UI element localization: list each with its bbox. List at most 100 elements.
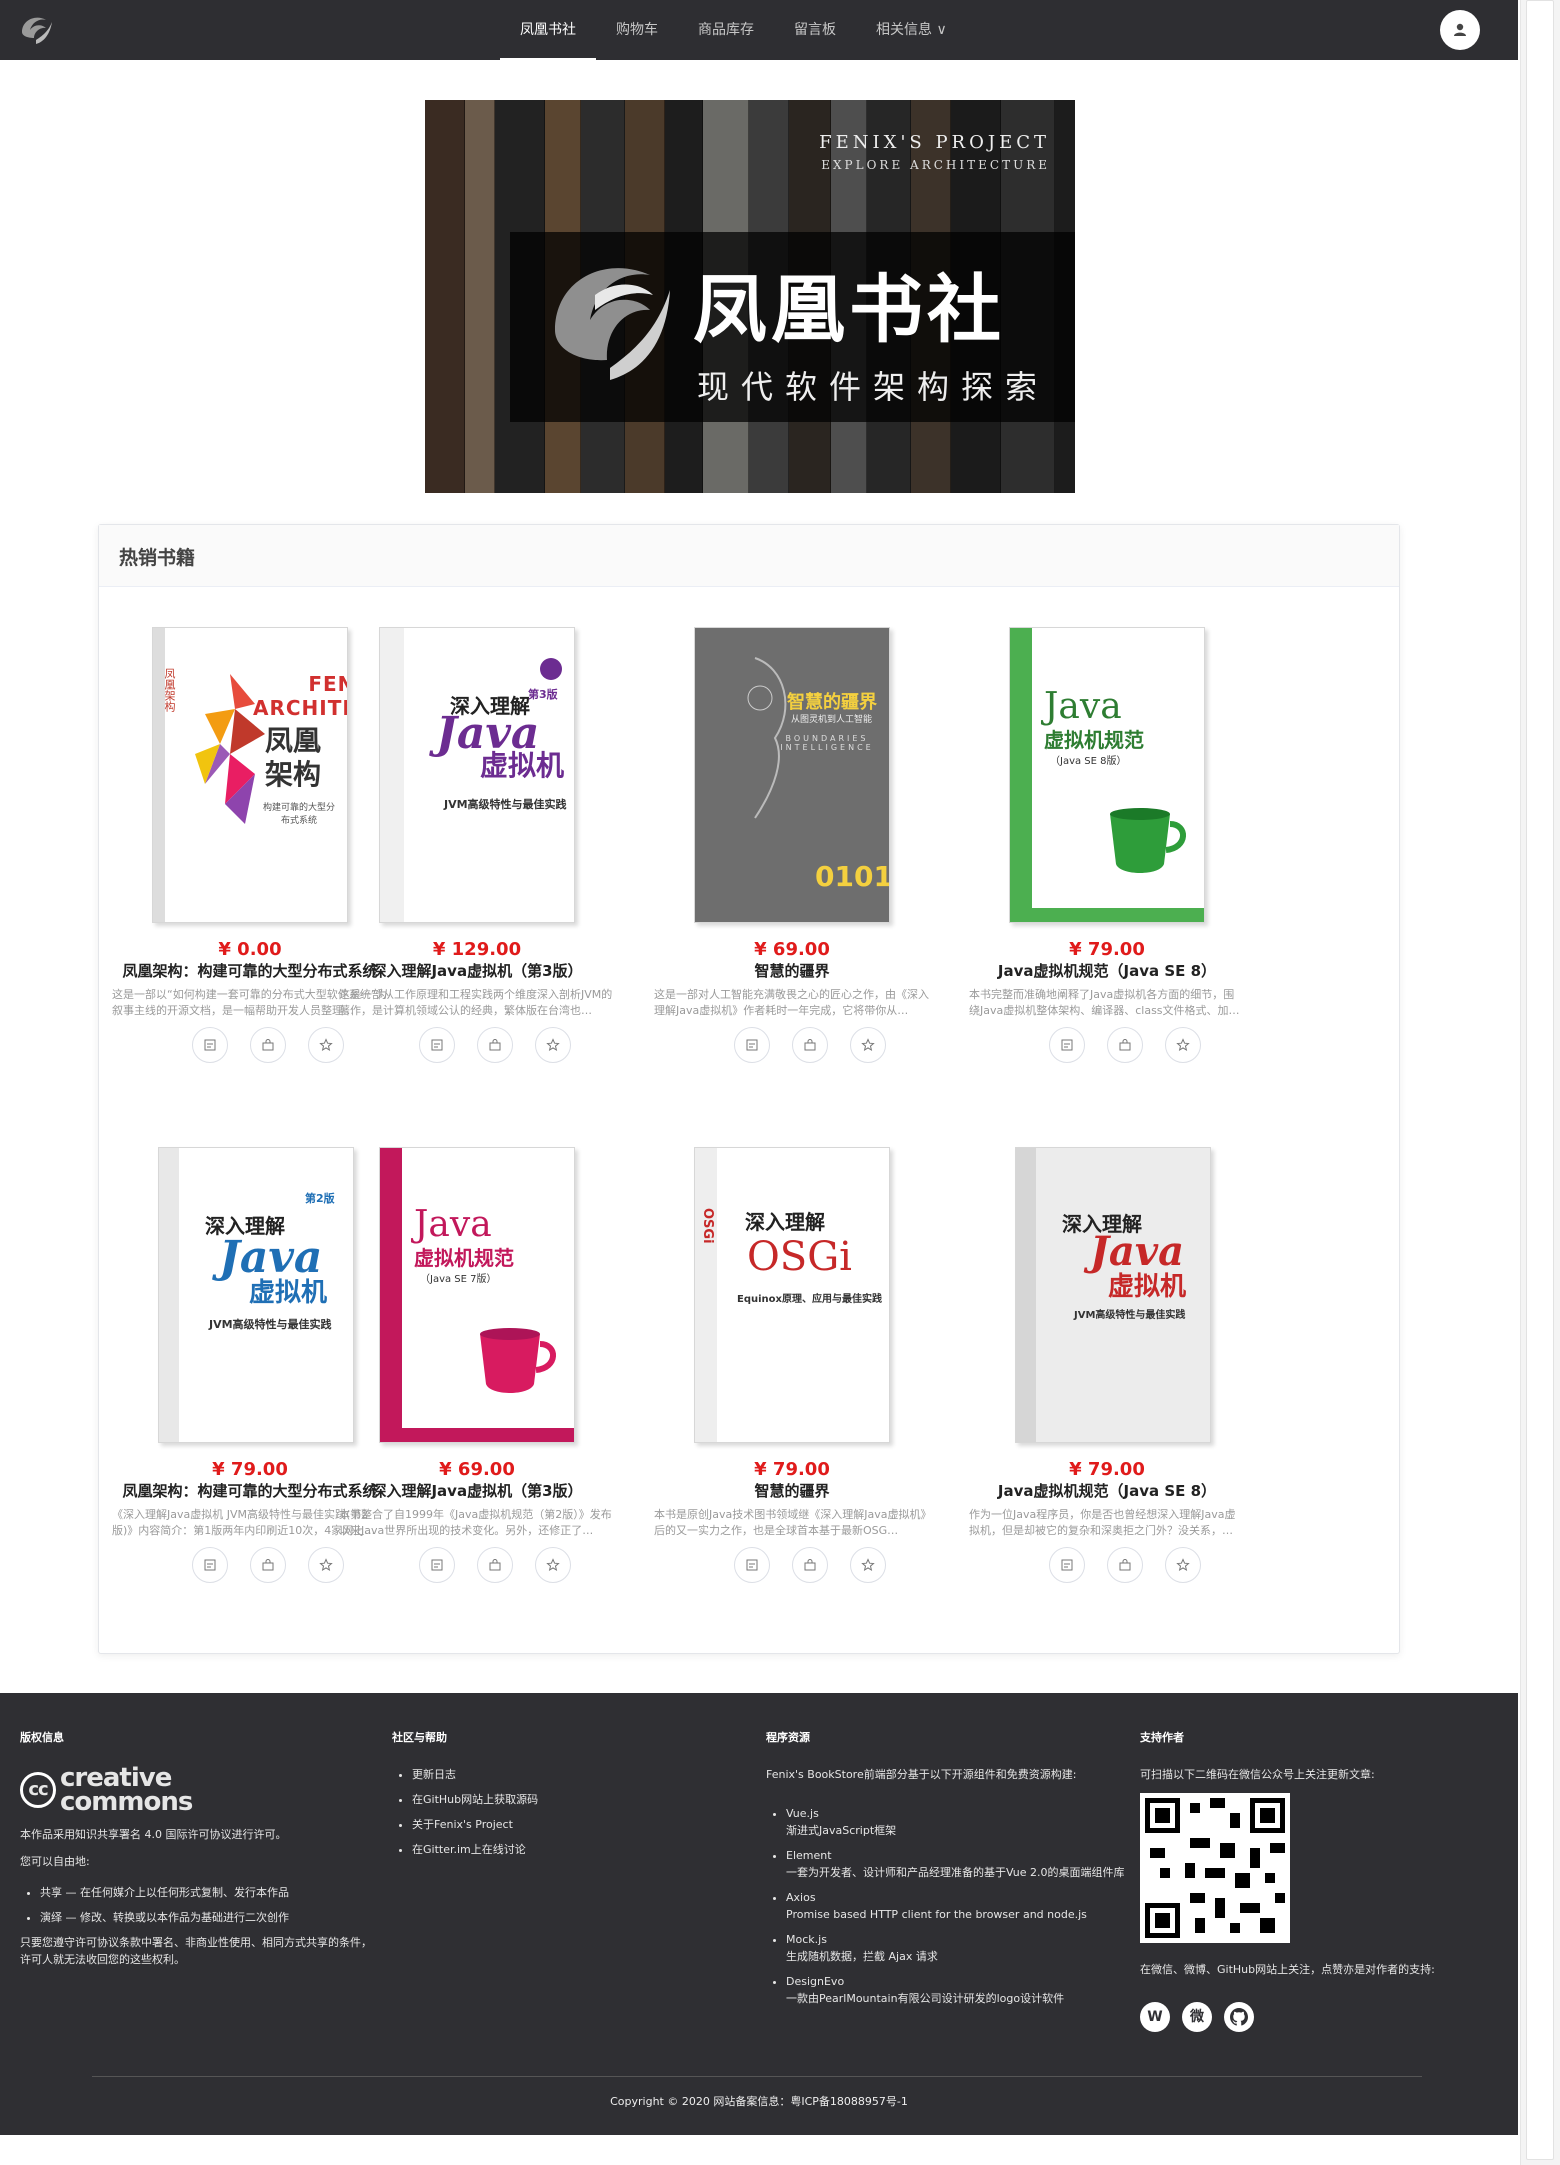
nav-item-cart[interactable]: 购物车 — [596, 0, 678, 60]
book-price: ¥ 69.00 — [439, 1459, 515, 1480]
nav-item-bookstore[interactable]: 凤凰书社 — [500, 0, 596, 60]
book-description: 作为一位Java程序员，你是否也曾经想深入理解Java虚拟机，但是却被它的复杂和… — [969, 1508, 1236, 1537]
license-item: 演绎 — 修改、转换或以本作品为基础进行二次创作 — [40, 1909, 380, 1926]
community-links: 更新日志 在GitHub网站上获取源码 关于Fenix's Project 在G… — [392, 1766, 722, 1858]
resource-item: Axios Promise based HTTP client for the b… — [786, 1889, 1126, 1923]
license-item: 共享 — 在任何媒介上以任何形式复制、发行本作品 — [40, 1884, 380, 1901]
resource-item: Element 一套为开发者、设计师和产品经理准备的基于Vue 2.0的桌面端组件… — [786, 1847, 1126, 1881]
nav-item-guestbook[interactable]: 留言板 — [774, 0, 856, 60]
book-title[interactable]: 智慧的疆界 — [642, 960, 942, 981]
book-card: 深入理解 OSGi Equinox原理、应用与最佳实践 OSGi ¥ 79.00… — [642, 1107, 942, 1587]
book-title[interactable]: Java虚拟机规范（Java SE 8） — [957, 1480, 1257, 1501]
gitter-link[interactable]: 在Gitter.im上在线讨论 — [412, 1841, 722, 1858]
book-description: 本书完整而准确地阐释了Java虚拟机各方面的细节，围绕Java虚拟机整体架构、编… — [969, 988, 1240, 1017]
wechat-qr-code-icon — [1140, 1793, 1290, 1943]
book-detail-button[interactable] — [419, 1547, 455, 1583]
star-icon — [546, 1038, 560, 1052]
resource-name[interactable]: DesignEvo — [786, 1973, 1126, 1990]
add-to-cart-button[interactable] — [477, 1027, 513, 1063]
resource-name[interactable]: Mock.js — [786, 1931, 1126, 1948]
book-card: Java 虚拟机规范 （Java SE 8版） ¥ 79.00 Java虚拟机规… — [957, 587, 1257, 1067]
favorite-button[interactable] — [535, 1027, 571, 1063]
star-icon — [546, 1558, 560, 1572]
book-detail-button[interactable] — [192, 1027, 228, 1063]
book-cover[interactable]: 深入理解 Java 虚拟机 JVM高级特性与最佳实践 第3版 — [379, 627, 575, 923]
resource-name[interactable]: Axios — [786, 1889, 1126, 1906]
license-free-label: 您可以自由地: — [20, 1855, 90, 1868]
book-detail-button[interactable] — [734, 1027, 770, 1063]
favorite-button[interactable] — [1165, 1547, 1201, 1583]
book-actions — [192, 1547, 344, 1583]
weibo-icon[interactable]: 微 — [1182, 2002, 1212, 2032]
license-terms: 只要您遵守许可协议条款中署名、非商业性使用、相同方式共享的条件，许可人就无法收回… — [20, 1936, 372, 1966]
add-to-cart-button[interactable] — [792, 1027, 828, 1063]
add-to-cart-button[interactable] — [477, 1547, 513, 1583]
book-cover[interactable]: 深入理解 OSGi Equinox原理、应用与最佳实践 OSGi — [694, 1147, 890, 1443]
book-cover[interactable]: Java 虚拟机规范 （Java SE 7版） — [379, 1147, 575, 1443]
shopping-bag-icon — [262, 1559, 274, 1571]
book-cover[interactable]: 深入理解 Java 虚拟机 JVM高级特性与最佳实践 第2版 — [158, 1147, 354, 1443]
footer-license-column: 版权信息 cc creative commons 本作品采用知识共享署名 4.0 … — [20, 1729, 380, 1968]
about-project-link[interactable]: 关于Fenix's Project — [412, 1816, 722, 1833]
book-description: 本书整合了自1999年《Java虚拟机规范（第2版）》发布以来Java世界所出现… — [339, 1508, 612, 1537]
book-title[interactable]: 深入理解Java虚拟机（第3版） — [327, 1480, 627, 1501]
banner-title: 凤凰书社 — [693, 267, 1005, 353]
book-detail-button[interactable] — [1049, 1027, 1085, 1063]
book-title[interactable]: 智慧的疆界 — [642, 1480, 942, 1501]
banner-english-title: FENIX'S PROJECT — [819, 132, 1050, 153]
book-detail-button[interactable] — [1049, 1547, 1085, 1583]
star-icon — [1176, 1558, 1190, 1572]
nav-item-inventory[interactable]: 商品库存 — [678, 0, 774, 60]
book-card: Java 虚拟机规范 （Java SE 7版） ¥ 69.00 深入理解Java… — [327, 1107, 627, 1587]
resource-name[interactable]: Element — [786, 1847, 1126, 1864]
vertical-scrollbar[interactable] — [1520, 0, 1560, 2165]
follow-instruction: 在微信、微博、GitHub网站上关注，点赞亦是对作者的支持: — [1140, 1963, 1435, 1976]
creative-commons-logo-icon[interactable]: cc creative commons — [20, 1765, 380, 1815]
book-cover[interactable]: 深入理解 Java 虚拟机 JVM高级特性与最佳实践 — [1015, 1147, 1211, 1443]
add-to-cart-button[interactable] — [1107, 1547, 1143, 1583]
changelog-link[interactable]: 更新日志 — [412, 1766, 722, 1783]
wechat-icon[interactable]: W — [1140, 2002, 1170, 2032]
footer-divider — [92, 2076, 1422, 2077]
book-price: ¥ 79.00 — [1069, 939, 1145, 960]
nav-menu: 凤凰书社 购物车 商品库存 留言板 相关信息 ∨ — [500, 0, 967, 60]
book-title[interactable]: 深入理解Java虚拟机（第3版） — [327, 960, 627, 981]
footer-heading: 支持作者 — [1140, 1731, 1184, 1744]
github-source-link[interactable]: 在GitHub网站上获取源码 — [412, 1791, 722, 1808]
book-detail-button[interactable] — [192, 1547, 228, 1583]
book-detail-button[interactable] — [419, 1027, 455, 1063]
favorite-button[interactable] — [535, 1547, 571, 1583]
book-cover[interactable]: Java 虚拟机规范 （Java SE 8版） — [1009, 627, 1205, 923]
book-title[interactable]: Java虚拟机规范（Java SE 8） — [957, 960, 1257, 981]
resource-item: DesignEvo 一款由PearlMountain有限公司设计研发的logo设计… — [786, 1973, 1126, 2007]
book-card: 深入理解 Java 虚拟机 JVM高级特性与最佳实践 ¥ 79.00 Java虚… — [957, 1107, 1257, 1587]
hero-banner[interactable]: FENIX'S PROJECT EXPLORE ARCHITECTURE 凤凰书… — [425, 100, 1075, 493]
scrollbar-thumb[interactable] — [1526, 0, 1554, 2160]
book-price: ¥ 79.00 — [1069, 1459, 1145, 1480]
favorite-button[interactable] — [850, 1027, 886, 1063]
qr-instruction: 可扫描以下二维码在微信公众号上关注更新文章: — [1140, 1768, 1375, 1781]
favorite-button[interactable] — [1165, 1027, 1201, 1063]
document-icon — [746, 1559, 758, 1571]
shopping-bag-icon — [262, 1039, 274, 1051]
document-icon — [1061, 1039, 1073, 1051]
favorite-button[interactable] — [850, 1547, 886, 1583]
resource-name[interactable]: Vue.js — [786, 1805, 1126, 1822]
add-to-cart-button[interactable] — [1107, 1027, 1143, 1063]
resource-desc: 一款由PearlMountain有限公司设计研发的logo设计软件 — [786, 1992, 1065, 2005]
phoenix-logo-icon[interactable] — [16, 12, 56, 48]
add-to-cart-button[interactable] — [250, 1027, 286, 1063]
card-header: 热销书籍 — [99, 525, 1399, 587]
book-cover[interactable]: 智慧的疆界 从图灵机到人工智能 BOUNDARIES INTELLIGENCE … — [694, 627, 890, 923]
add-to-cart-button[interactable] — [792, 1547, 828, 1583]
book-cover[interactable]: 凤凰架构 FENIX ARCHITECTURE 凤凰架构 构建可靠的大型分布式系… — [152, 627, 348, 923]
github-icon[interactable] — [1224, 2002, 1254, 2032]
book-description: 这是一部从工作原理和工程实践两个维度深入剖析JVM的著作，是计算机领域公认的经典… — [339, 988, 613, 1017]
book-detail-button[interactable] — [734, 1547, 770, 1583]
banner-subtitle: 现代软件架构探索 — [697, 368, 1050, 406]
user-avatar-icon[interactable] — [1440, 10, 1480, 50]
add-to-cart-button[interactable] — [250, 1547, 286, 1583]
footer-support-column: 支持作者 可扫描以下二维码在微信公众号上关注更新文章: 在微信、微博、GitHu… — [1140, 1729, 1480, 2032]
resource-desc: 生成随机数据，拦截 Ajax 请求 — [786, 1950, 938, 1963]
nav-item-related-info[interactable]: 相关信息 ∨ — [856, 0, 967, 60]
